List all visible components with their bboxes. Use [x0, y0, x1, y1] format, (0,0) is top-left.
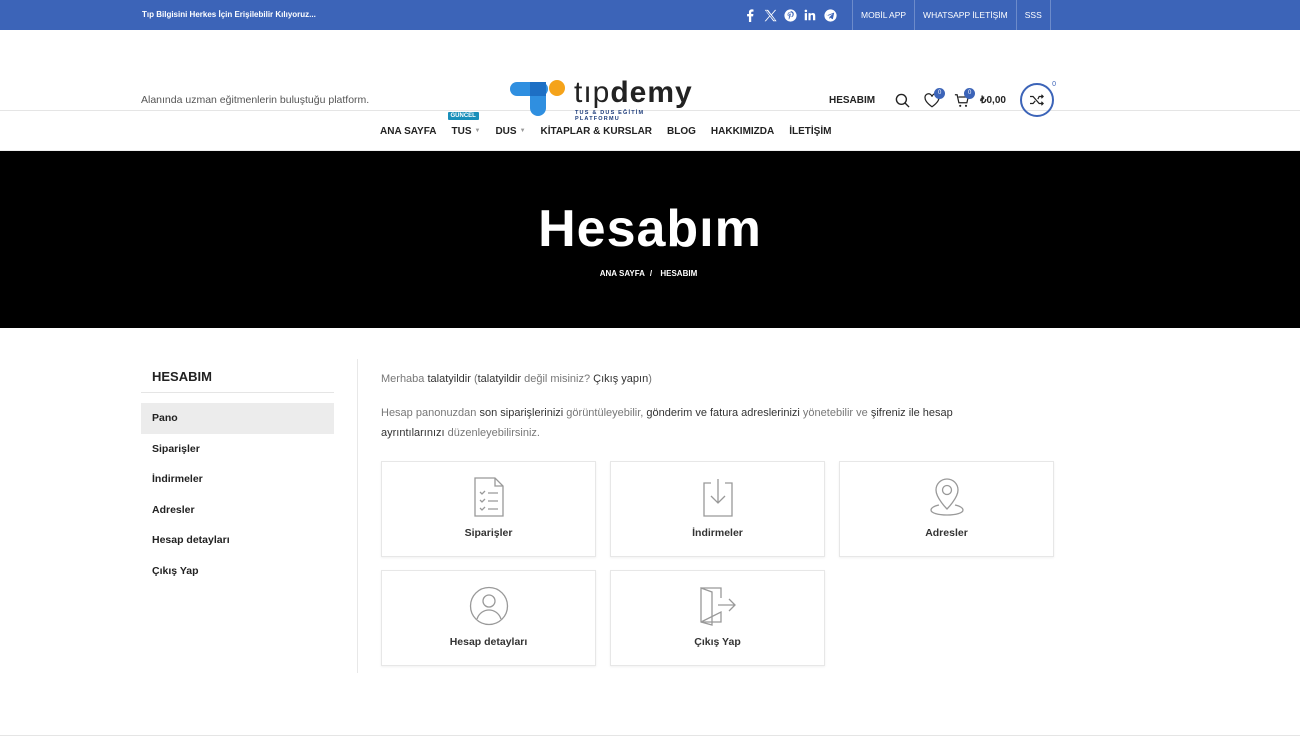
wishlist-count-badge: 0	[934, 88, 946, 99]
facebook-icon[interactable]	[740, 0, 760, 30]
nav-item-blog[interactable]: BLOG	[667, 126, 696, 137]
content-divider	[357, 359, 358, 673]
dashboard-intro: Hesap panonuzdan son siparişlerinizi gör…	[381, 407, 953, 439]
location-pin-icon	[929, 478, 964, 516]
logout-link[interactable]: Çıkış yapın	[593, 373, 648, 385]
cart-count-badge: 0	[964, 88, 976, 99]
nav-item-books-courses[interactable]: KİTAPLAR & KURSLAR	[541, 126, 652, 137]
top-bar-tagline: Tıp Bilgisini Herkes İçin Erişilebilir K…	[142, 10, 316, 19]
sidebar-item-logout[interactable]: Çıkış Yap	[141, 556, 334, 587]
logout-door-icon	[699, 587, 736, 626]
nav-item-tus[interactable]: GÜNCEL TUS ▼	[447, 111, 481, 137]
mobile-app-link[interactable]: MOBİL APP	[852, 0, 914, 30]
page-title: Hesabım	[538, 200, 762, 258]
top-bar: Tıp Bilgisini Herkes İçin Erişilebilir K…	[0, 0, 1300, 30]
new-badge: GÜNCEL	[447, 111, 479, 120]
top-links: MOBİL APP WHATSAPP İLETİŞİM SSS	[852, 0, 1051, 30]
sidebar-title: HESABIM	[141, 359, 334, 393]
sidebar-item-account-details[interactable]: Hesap detayları	[141, 525, 334, 556]
header-slogan: Alanında uzman eğitmenlerin buluştuğu pl…	[141, 94, 370, 106]
download-icon	[702, 479, 733, 517]
linkedin-icon[interactable]	[800, 0, 820, 30]
sidebar-item-downloads[interactable]: İndirmeler	[141, 464, 334, 495]
card-orders[interactable]: Siparişler	[381, 461, 596, 557]
search-icon	[895, 93, 910, 108]
breadcrumb: ANA SAYFA / HESABIM	[0, 269, 1300, 278]
nav-item-contact[interactable]: İLETİŞİM	[789, 126, 831, 137]
whatsapp-contact-link[interactable]: WHATSAPP İLETİŞİM	[914, 0, 1016, 30]
pinterest-icon[interactable]	[780, 0, 800, 30]
x-twitter-icon[interactable]	[760, 0, 780, 30]
card-addresses[interactable]: Adresler	[839, 461, 1054, 557]
account-sidebar: HESABIM Pano Siparişler İndirmeler Adres…	[141, 359, 334, 586]
greeting-text: Merhaba talatyildir (talatyildir değil m…	[381, 373, 652, 385]
social-links	[740, 0, 840, 30]
main-navigation: ANA SAYFA GÜNCEL TUS ▼ DUS ▼ KİTAPLAR & KU…	[0, 111, 1300, 151]
chevron-down-icon: ▼	[474, 128, 481, 134]
chevron-down-icon: ▼	[519, 128, 526, 134]
breadcrumb-separator: /	[649, 269, 653, 278]
card-label: Çıkış Yap	[694, 636, 741, 648]
page-hero: Hesabım ANA SAYFA / HESABIM	[0, 151, 1300, 328]
card-label: Siparişler	[464, 527, 513, 539]
nav-item-about[interactable]: HAKKIMIZDA	[711, 126, 774, 137]
account-dashboard: Merhaba talatyildir (talatyildir değil m…	[381, 369, 1061, 457]
addresses-link[interactable]: gönderim ve fatura adreslerinizi	[646, 407, 799, 419]
username: talatyildir	[427, 373, 471, 385]
user-account-icon	[469, 586, 508, 626]
breadcrumb-home-link[interactable]: ANA SAYFA	[600, 269, 645, 278]
telegram-icon[interactable]	[820, 0, 840, 30]
card-account-details[interactable]: Hesap detayları	[381, 570, 596, 666]
sidebar-item-orders[interactable]: Siparişler	[141, 434, 334, 465]
card-label: Hesap detayları	[449, 636, 528, 648]
logo-wordmark: tıpdemy	[574, 76, 693, 109]
faq-link[interactable]: SSS	[1015, 0, 1051, 30]
card-logout[interactable]: Çıkış Yap	[610, 570, 825, 666]
compare-count: 0	[1052, 81, 1056, 88]
shuffle-compare-icon	[1030, 94, 1044, 106]
nav-item-home[interactable]: ANA SAYFA	[380, 126, 437, 137]
sidebar-item-addresses[interactable]: Adresler	[141, 495, 334, 526]
recent-orders-link[interactable]: son siparişlerinizi	[479, 407, 563, 419]
site-header: Alanında uzman eğitmenlerin buluştuğu pl…	[0, 30, 1300, 122]
footer-divider	[0, 735, 1300, 736]
orders-checklist-icon	[473, 477, 504, 517]
sidebar-item-dashboard[interactable]: Pano	[141, 403, 334, 434]
my-account-link[interactable]: HESABIM	[829, 95, 875, 106]
card-downloads[interactable]: İndirmeler	[610, 461, 825, 557]
cart-total: ₺0,00	[980, 94, 1006, 106]
breadcrumb-current: HESABIM	[660, 269, 698, 278]
nav-item-dus[interactable]: DUS ▼	[495, 126, 525, 137]
card-label: İndirmeler	[692, 527, 743, 539]
card-label: Adresler	[925, 527, 968, 539]
